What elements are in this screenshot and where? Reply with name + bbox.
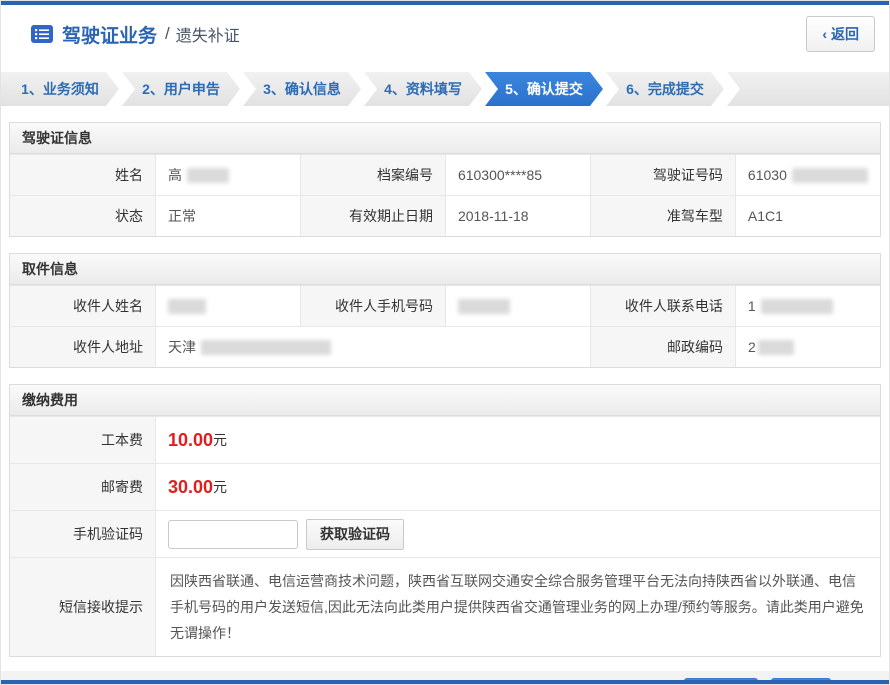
- chevron-left-icon: ‹: [822, 26, 827, 42]
- fees-section-title: 缴纳费用: [10, 385, 880, 416]
- step-wizard: 1、业务须知 2、用户申告 3、确认信息 4、资料填写 5、确认提交 6、完成提…: [1, 72, 889, 106]
- redacted-value: [758, 340, 794, 355]
- production-fee-label: 工本费: [10, 417, 155, 463]
- step-3-confirm-info[interactable]: 3、确认信息: [243, 72, 361, 106]
- step-1-business-notice[interactable]: 1、业务须知: [1, 72, 119, 106]
- redacted-value: [458, 299, 510, 314]
- table-row: 状态 正常 有效期止日期 2018-11-18 准驾车型 A1C1: [10, 195, 880, 236]
- license-info-section: 驾驶证信息 姓名 高 档案编号 610300****85 驾驶证号码 61030…: [9, 122, 881, 237]
- postage-fee-amount: 30.00: [168, 477, 213, 498]
- recipient-phone-value: 1: [735, 286, 880, 326]
- redacted-value: [187, 168, 229, 183]
- breadcrumb-separator: /: [165, 24, 170, 44]
- recipient-address-label: 收件人地址: [10, 327, 155, 367]
- step-2-user-declaration[interactable]: 2、用户申告: [122, 72, 240, 106]
- recipient-phone-label: 收件人联系电话: [590, 286, 735, 326]
- table-row: 手机验证码 获取验证码: [10, 510, 880, 557]
- recipient-mobile-value: [445, 286, 590, 326]
- status-label: 状态: [10, 196, 155, 236]
- postal-code-value: 2: [735, 327, 880, 367]
- production-fee-amount: 10.00: [168, 430, 213, 451]
- postage-fee-unit: 元: [213, 477, 227, 497]
- get-code-button[interactable]: 获取验证码: [306, 519, 404, 550]
- production-fee-unit: 元: [213, 430, 227, 450]
- status-value: 正常: [155, 196, 300, 236]
- step-label: 4、资料填写: [384, 79, 462, 99]
- redacted-value: [168, 299, 206, 314]
- bottom-accent-bar: [1, 680, 889, 684]
- redacted-value: [761, 299, 833, 314]
- sms-code-input[interactable]: [168, 520, 298, 549]
- postal-code-label: 邮政编码: [590, 327, 735, 367]
- license-number-value: 61030: [735, 155, 880, 195]
- breadcrumb-current: 遗失补证: [176, 22, 240, 46]
- postage-fee-value: 30.00 元: [155, 464, 880, 510]
- redacted-value: [201, 340, 331, 355]
- vehicle-class-value: A1C1: [735, 196, 880, 236]
- expiry-label: 有效期止日期: [300, 196, 445, 236]
- list-icon: [31, 25, 53, 43]
- sms-code-cell: 获取验证码: [155, 511, 880, 557]
- table-row: 收件人地址 天津 邮政编码 2: [10, 326, 880, 367]
- table-row: 工本费 10.00 元: [10, 416, 880, 463]
- name-value-text: 高: [168, 165, 182, 185]
- file-number-label: 档案编号: [300, 155, 445, 195]
- pickup-info-section-title: 取件信息: [10, 254, 880, 285]
- pickup-info-section: 取件信息 收件人姓名 收件人手机号码 收件人联系电话 1 收件人地址 天津: [9, 253, 881, 368]
- step-label: 1、业务须知: [21, 79, 99, 99]
- postal-code-text: 2: [748, 339, 756, 355]
- name-value: 高: [155, 155, 300, 195]
- table-row: 姓名 高 档案编号 610300****85 驾驶证号码 61030: [10, 154, 880, 195]
- step-label: 2、用户申告: [142, 79, 220, 99]
- step-5-confirm-submit[interactable]: 5、确认提交: [485, 72, 603, 106]
- step-label: 6、完成提交: [626, 79, 704, 99]
- step-4-fill-data[interactable]: 4、资料填写: [364, 72, 482, 106]
- page-header: 驾驶证业务 / 遗失补证 ‹ 返回: [1, 5, 889, 63]
- table-row: 邮寄费 30.00 元: [10, 463, 880, 510]
- recipient-name-value: [155, 286, 300, 326]
- postage-fee-label: 邮寄费: [10, 464, 155, 510]
- recipient-mobile-label: 收件人手机号码: [300, 286, 445, 326]
- recipient-name-label: 收件人姓名: [10, 286, 155, 326]
- license-info-section-title: 驾驶证信息: [10, 123, 880, 154]
- redacted-value: [792, 168, 868, 183]
- license-number-text: 61030: [748, 167, 787, 183]
- step-bar-filler: [727, 72, 889, 106]
- step-6-complete-submit[interactable]: 6、完成提交: [606, 72, 724, 106]
- step-label: 5、确认提交: [505, 79, 583, 99]
- name-label: 姓名: [10, 155, 155, 195]
- expiry-value: 2018-11-18: [445, 196, 590, 236]
- file-number-value: 610300****85: [445, 155, 590, 195]
- license-number-label: 驾驶证号码: [590, 155, 735, 195]
- step-label: 3、确认信息: [263, 79, 341, 99]
- table-row: 短信接收提示 因陕西省联通、电信运营商技术问题，陕西省互联网交通安全综合服务管理…: [10, 557, 880, 656]
- vehicle-class-label: 准驾车型: [590, 196, 735, 236]
- recipient-address-text: 天津: [168, 337, 196, 357]
- page-title: 驾驶证业务: [62, 21, 157, 48]
- fees-section: 缴纳费用 工本费 10.00 元 邮寄费 30.00 元 手机验证码 获取验证码…: [9, 384, 881, 657]
- sms-notice-text: 因陕西省联通、电信运营商技术问题，陕西省互联网交通安全综合服务管理平台无法向持陕…: [155, 558, 880, 656]
- back-button[interactable]: ‹ 返回: [806, 16, 875, 52]
- table-row: 收件人姓名 收件人手机号码 收件人联系电话 1: [10, 285, 880, 326]
- back-button-label: 返回: [831, 24, 859, 44]
- sms-code-label: 手机验证码: [10, 511, 155, 557]
- recipient-phone-text: 1: [748, 298, 756, 314]
- recipient-address-value: 天津: [155, 327, 590, 367]
- sms-notice-label: 短信接收提示: [10, 558, 155, 656]
- license-service-page: 驾驶证业务 / 遗失补证 ‹ 返回 1、业务须知 2、用户申告 3、确认信息 4…: [0, 0, 890, 685]
- production-fee-value: 10.00 元: [155, 417, 880, 463]
